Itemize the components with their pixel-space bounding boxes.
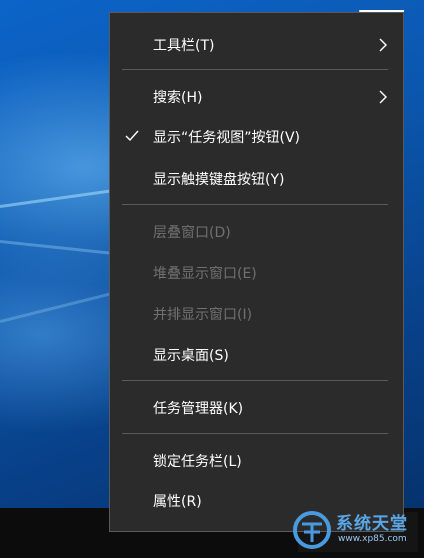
menu-separator [122,69,388,70]
globe-logo-icon [293,511,331,549]
menu-item-show-touch-keyboard-button[interactable]: 显示触摸键盘按钮(Y) [110,161,403,197]
menu-separator [122,433,388,434]
menu-item-side-by-side-windows: 并排显示窗口(I) [110,296,403,332]
menu-separator [122,204,388,205]
watermark-url: www.xp85.com [338,534,407,544]
menu-item-label: 锁定任务栏(L) [153,454,242,470]
menu-item-show-task-view-button[interactable]: 显示“任务视图”按钮(V) [110,119,403,155]
menu-item-label: 属性(R) [153,494,202,510]
watermark-title: 系统天堂 [336,514,408,534]
menu-item-label: 并排显示窗口(I) [153,307,253,323]
menu-item-task-manager[interactable]: 任务管理器(K) [110,390,403,426]
menu-separator [122,380,388,381]
menu-item-search[interactable]: 搜索(H) [110,79,403,115]
menu-item-label: 任务管理器(K) [153,401,244,417]
menu-item-label: 工具栏(T) [153,38,215,54]
menu-item-lock-taskbar[interactable]: 锁定任务栏(L) [110,443,403,479]
chevron-right-icon [379,38,387,52]
menu-item-toolbars[interactable]: 工具栏(T) [110,27,403,63]
menu-item-show-desktop[interactable]: 显示桌面(S) [110,337,403,373]
checkmark-icon [125,130,139,142]
menu-item-label: 堆叠显示窗口(E) [153,266,257,282]
menu-item-cascade-windows: 层叠窗口(D) [110,214,403,250]
menu-item-label: 显示桌面(S) [153,348,229,364]
menu-item-stack-windows: 堆叠显示窗口(E) [110,255,403,291]
menu-item-label: 搜索(H) [153,90,203,106]
taskbar-context-menu: 工具栏(T) 搜索(H) 显示“任务视图”按钮(V) 显示触摸键盘按钮(Y) 层… [109,12,404,532]
watermark: 系统天堂 www.xp85.com [292,506,422,556]
menu-item-label: 显示触摸键盘按钮(Y) [153,172,285,188]
chevron-right-icon [379,90,387,104]
menu-item-label: 显示“任务视图”按钮(V) [153,130,301,146]
wallpaper-light-ray [0,291,117,323]
menu-item-label: 层叠窗口(D) [153,225,231,241]
